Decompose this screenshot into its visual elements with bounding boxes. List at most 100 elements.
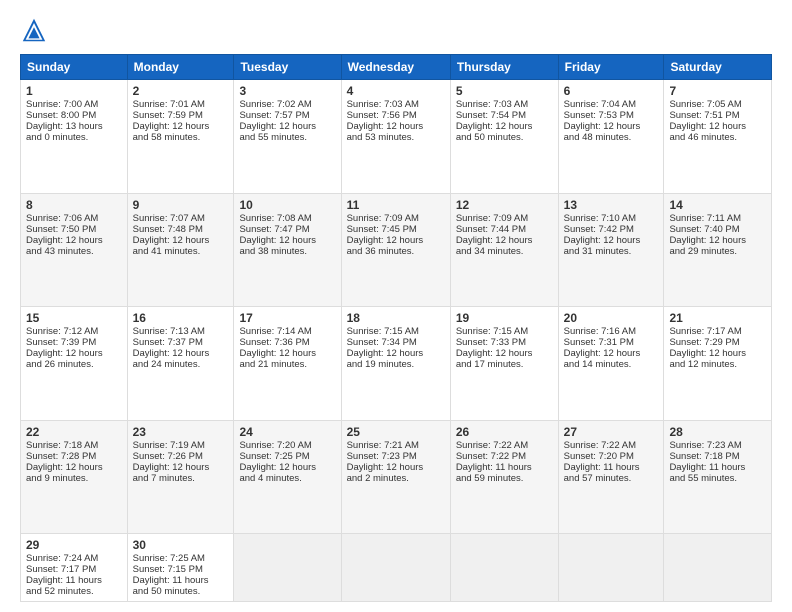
day-number: 12 xyxy=(456,198,553,212)
day-info-line: Sunset: 7:37 PM xyxy=(133,337,229,348)
calendar-cell xyxy=(450,534,558,602)
day-number: 8 xyxy=(26,198,122,212)
calendar-cell: 9Sunrise: 7:07 AMSunset: 7:48 PMDaylight… xyxy=(127,193,234,307)
day-info-line: Sunset: 7:22 PM xyxy=(456,451,553,462)
day-info-line: and 24 minutes. xyxy=(133,359,229,370)
day-info-line: Sunset: 7:39 PM xyxy=(26,337,122,348)
day-info-line: Sunrise: 7:17 AM xyxy=(669,326,766,337)
day-number: 2 xyxy=(133,84,229,98)
calendar-cell: 12Sunrise: 7:09 AMSunset: 7:44 PMDayligh… xyxy=(450,193,558,307)
calendar-cell: 8Sunrise: 7:06 AMSunset: 7:50 PMDaylight… xyxy=(21,193,128,307)
day-info-line: Sunset: 7:29 PM xyxy=(669,337,766,348)
day-number: 5 xyxy=(456,84,553,98)
day-info-line: Sunrise: 7:15 AM xyxy=(456,326,553,337)
calendar-cell: 28Sunrise: 7:23 AMSunset: 7:18 PMDayligh… xyxy=(664,420,772,534)
calendar-cell: 18Sunrise: 7:15 AMSunset: 7:34 PMDayligh… xyxy=(341,307,450,421)
calendar-cell: 23Sunrise: 7:19 AMSunset: 7:26 PMDayligh… xyxy=(127,420,234,534)
calendar-cell: 24Sunrise: 7:20 AMSunset: 7:25 PMDayligh… xyxy=(234,420,341,534)
day-info-line: and 34 minutes. xyxy=(456,246,553,257)
logo xyxy=(20,16,52,44)
day-info-line: Sunset: 7:50 PM xyxy=(26,224,122,235)
day-info-line: Sunset: 7:47 PM xyxy=(239,224,335,235)
day-number: 15 xyxy=(26,311,122,325)
day-info-line: Daylight: 11 hours xyxy=(669,462,766,473)
day-info-line: Sunrise: 7:23 AM xyxy=(669,440,766,451)
day-info-line: Daylight: 12 hours xyxy=(669,348,766,359)
day-info-line: and 9 minutes. xyxy=(26,473,122,484)
day-info-line: Daylight: 12 hours xyxy=(239,121,335,132)
day-info-line: and 14 minutes. xyxy=(564,359,659,370)
calendar-cell xyxy=(341,534,450,602)
day-number: 6 xyxy=(564,84,659,98)
day-info-line: and 53 minutes. xyxy=(347,132,445,143)
day-info-line: and 41 minutes. xyxy=(133,246,229,257)
calendar-cell: 25Sunrise: 7:21 AMSunset: 7:23 PMDayligh… xyxy=(341,420,450,534)
day-info-line: Sunrise: 7:03 AM xyxy=(347,99,445,110)
day-info-line: Sunset: 7:56 PM xyxy=(347,110,445,121)
day-number: 23 xyxy=(133,425,229,439)
day-info-line: Sunset: 7:48 PM xyxy=(133,224,229,235)
day-info-line: and 46 minutes. xyxy=(669,132,766,143)
day-info-line: and 57 minutes. xyxy=(564,473,659,484)
day-info-line: Sunset: 7:51 PM xyxy=(669,110,766,121)
calendar-cell xyxy=(558,534,664,602)
day-info-line: Daylight: 12 hours xyxy=(564,121,659,132)
calendar-cell: 13Sunrise: 7:10 AMSunset: 7:42 PMDayligh… xyxy=(558,193,664,307)
day-info-line: Sunset: 7:42 PM xyxy=(564,224,659,235)
day-info-line: Daylight: 11 hours xyxy=(26,575,122,586)
day-info-line: Sunrise: 7:18 AM xyxy=(26,440,122,451)
day-info-line: Sunset: 7:44 PM xyxy=(456,224,553,235)
day-info-line: Sunrise: 7:05 AM xyxy=(669,99,766,110)
day-info-line: Daylight: 12 hours xyxy=(239,235,335,246)
day-number: 21 xyxy=(669,311,766,325)
day-info-line: and 50 minutes. xyxy=(133,586,229,597)
day-info-line: and 36 minutes. xyxy=(347,246,445,257)
day-info-line: and 52 minutes. xyxy=(26,586,122,597)
calendar-body: 1Sunrise: 7:00 AMSunset: 8:00 PMDaylight… xyxy=(21,80,772,602)
day-number: 28 xyxy=(669,425,766,439)
day-info-line: Sunrise: 7:11 AM xyxy=(669,213,766,224)
calendar-cell: 27Sunrise: 7:22 AMSunset: 7:20 PMDayligh… xyxy=(558,420,664,534)
day-info-line: Sunrise: 7:09 AM xyxy=(347,213,445,224)
day-info-line: Sunset: 7:25 PM xyxy=(239,451,335,462)
day-info-line: Sunrise: 7:22 AM xyxy=(564,440,659,451)
calendar-header-cell: Thursday xyxy=(450,55,558,80)
day-info-line: Sunset: 7:54 PM xyxy=(456,110,553,121)
day-info-line: Sunset: 7:53 PM xyxy=(564,110,659,121)
day-number: 26 xyxy=(456,425,553,439)
day-info-line: Daylight: 11 hours xyxy=(133,575,229,586)
day-number: 10 xyxy=(239,198,335,212)
day-info-line: and 58 minutes. xyxy=(133,132,229,143)
day-info-line: Daylight: 13 hours xyxy=(26,121,122,132)
day-info-line: Daylight: 12 hours xyxy=(133,235,229,246)
day-info-line: and 21 minutes. xyxy=(239,359,335,370)
day-info-line: Daylight: 12 hours xyxy=(456,121,553,132)
day-number: 30 xyxy=(133,538,229,552)
day-info-line: and 29 minutes. xyxy=(669,246,766,257)
logo-icon xyxy=(20,16,48,44)
calendar-header-cell: Friday xyxy=(558,55,664,80)
day-info-line: Daylight: 12 hours xyxy=(564,235,659,246)
day-info-line: Sunrise: 7:10 AM xyxy=(564,213,659,224)
day-number: 18 xyxy=(347,311,445,325)
calendar-cell: 30Sunrise: 7:25 AMSunset: 7:15 PMDayligh… xyxy=(127,534,234,602)
calendar-cell: 14Sunrise: 7:11 AMSunset: 7:40 PMDayligh… xyxy=(664,193,772,307)
day-number: 19 xyxy=(456,311,553,325)
day-number: 20 xyxy=(564,311,659,325)
day-info-line: Sunrise: 7:03 AM xyxy=(456,99,553,110)
calendar-cell: 21Sunrise: 7:17 AMSunset: 7:29 PMDayligh… xyxy=(664,307,772,421)
day-info-line: and 2 minutes. xyxy=(347,473,445,484)
day-info-line: Sunset: 7:15 PM xyxy=(133,564,229,575)
day-info-line: Sunset: 7:33 PM xyxy=(456,337,553,348)
day-info-line: Daylight: 12 hours xyxy=(239,462,335,473)
day-number: 22 xyxy=(26,425,122,439)
day-info-line: and 48 minutes. xyxy=(564,132,659,143)
day-info-line: Sunrise: 7:01 AM xyxy=(133,99,229,110)
day-info-line: Daylight: 12 hours xyxy=(133,462,229,473)
day-info-line: and 50 minutes. xyxy=(456,132,553,143)
day-info-line: Sunset: 8:00 PM xyxy=(26,110,122,121)
day-info-line: Daylight: 12 hours xyxy=(133,348,229,359)
day-info-line: Sunrise: 7:21 AM xyxy=(347,440,445,451)
calendar-header-cell: Tuesday xyxy=(234,55,341,80)
day-info-line: and 55 minutes. xyxy=(239,132,335,143)
